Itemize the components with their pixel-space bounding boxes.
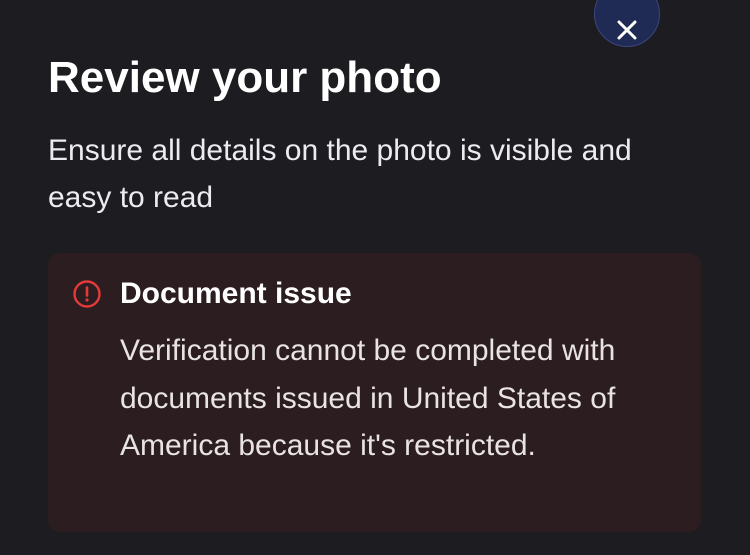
close-button[interactable] xyxy=(594,0,660,47)
error-circle-icon xyxy=(73,280,101,308)
alert-message: Verification cannot be completed with do… xyxy=(120,334,616,462)
document-issue-alert: Document issue Verification cannot be co… xyxy=(48,253,701,532)
page-subtitle: Ensure all details on the photo is visib… xyxy=(48,134,632,214)
page-title: Review your photo xyxy=(48,53,442,102)
close-icon xyxy=(617,20,637,40)
alert-title: Document issue xyxy=(120,277,352,310)
